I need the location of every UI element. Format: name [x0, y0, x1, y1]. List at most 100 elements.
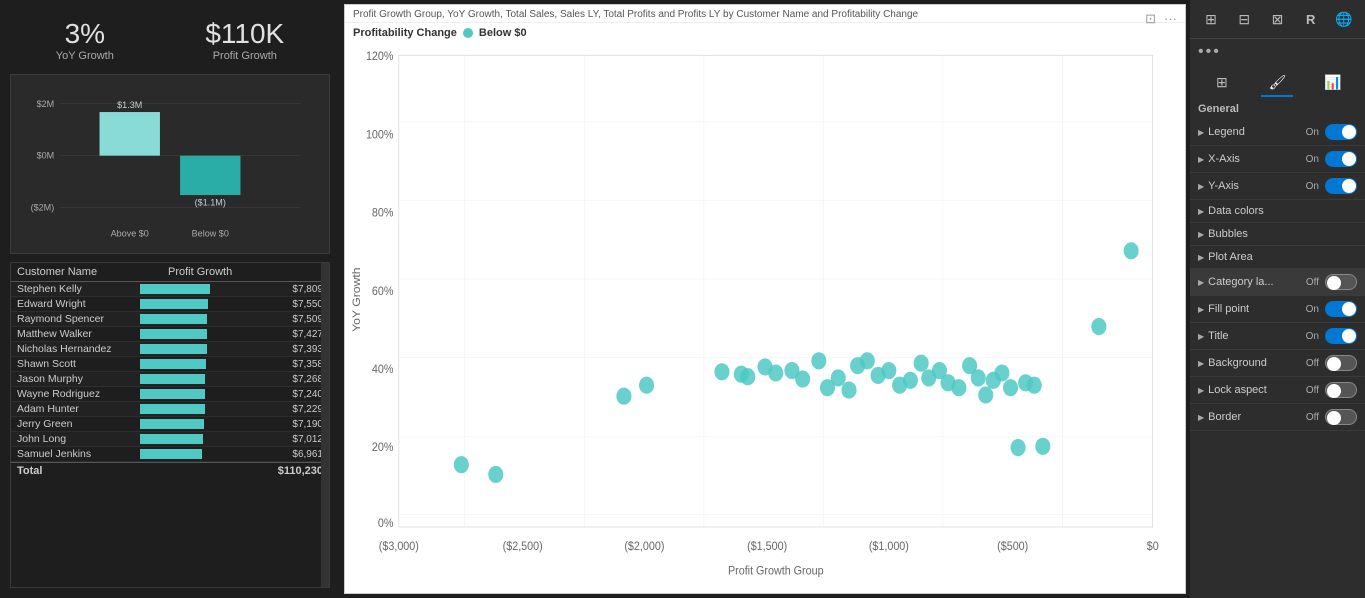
kpi-yoy-label: YoY Growth: [56, 50, 114, 62]
bar-chart: $2M $0M ($2M) $1.3M ($1.1M) Above $0 Bel…: [10, 74, 330, 254]
format-row-label: Border: [1208, 411, 1241, 423]
svg-text:$1.3M: $1.3M: [117, 100, 142, 110]
row-name: Raymond Spencer: [17, 313, 140, 325]
svg-text:Below $0: Below $0: [192, 228, 229, 238]
format-row-bubbles[interactable]: ▶ Bubbles: [1190, 223, 1365, 246]
format-row-left: ▶ Lock aspect: [1198, 384, 1267, 396]
status-off: Off: [1306, 358, 1319, 369]
format-row-plot_area[interactable]: ▶ Plot Area: [1190, 246, 1365, 269]
format-row-label: Background: [1208, 357, 1267, 369]
col-header-name: Customer Name: [17, 266, 164, 278]
table-row: Nicholas Hernandez $7,393: [11, 342, 329, 357]
status-on: On: [1306, 331, 1319, 342]
format-row-legend[interactable]: ▶ Legend On: [1190, 119, 1365, 146]
format-row-right: Off: [1306, 409, 1357, 425]
row-name: Matthew Walker: [17, 328, 140, 340]
kpi-profit-value: $110K: [205, 18, 284, 50]
chevron-icon: ▶: [1198, 128, 1204, 137]
total-label: Total: [17, 465, 140, 477]
toggle-off[interactable]: [1325, 382, 1357, 398]
format-row-label: Legend: [1208, 126, 1245, 138]
toggle-on[interactable]: [1325, 124, 1357, 140]
legend-item-label: Below $0: [479, 27, 527, 39]
table-icon[interactable]: ⊞: [1198, 6, 1224, 32]
format-tabs-row: ⊞ 🖌 📊: [1190, 65, 1365, 97]
toggle-on[interactable]: [1325, 151, 1357, 167]
dots-menu[interactable]: •••: [1190, 39, 1365, 65]
format-row-data_colors[interactable]: ▶ Data colors: [1190, 200, 1365, 223]
tab-analytics[interactable]: 📊: [1317, 69, 1349, 97]
svg-text:60%: 60%: [372, 285, 394, 298]
format-row-x-axis[interactable]: ▶ X-Axis On: [1190, 146, 1365, 173]
chevron-icon: ▶: [1198, 207, 1204, 216]
chevron-icon: ▶: [1198, 278, 1204, 287]
format-row-background[interactable]: ▶ Background Off: [1190, 350, 1365, 377]
format-row-left: ▶ Bubbles: [1198, 228, 1248, 240]
r-icon[interactable]: R: [1298, 6, 1324, 32]
row-bar: [140, 449, 263, 459]
expand-icon[interactable]: ⊡: [1145, 11, 1156, 27]
chart-top-icons: ⊡ ···: [1145, 11, 1177, 27]
svg-text:YoY Growth: YoY Growth: [352, 267, 363, 331]
globe-icon[interactable]: 🌐: [1331, 6, 1357, 32]
format-row-title[interactable]: ▶ Title On: [1190, 323, 1365, 350]
chevron-icon: ▶: [1198, 230, 1204, 239]
chart-title: Profit Growth Group, YoY Growth, Total S…: [345, 5, 1185, 23]
status-on: On: [1306, 154, 1319, 165]
svg-text:100%: 100%: [366, 129, 394, 142]
scatter-icon[interactable]: ⊠: [1265, 6, 1291, 32]
row-value: $7,240: [263, 389, 323, 400]
chevron-icon: ▶: [1198, 253, 1204, 262]
format-row-category_la[interactable]: ▶ Category la... Off: [1190, 269, 1365, 296]
format-row-label: Fill point: [1208, 303, 1249, 315]
tab-format[interactable]: 🖌: [1261, 69, 1293, 97]
toggle-off[interactable]: [1325, 274, 1357, 290]
status-on: On: [1306, 127, 1319, 138]
table-row: Samuel Jenkins $6,961: [11, 447, 329, 462]
chevron-icon: ▶: [1198, 155, 1204, 164]
row-bar: [140, 344, 263, 354]
row-name: Edward Wright: [17, 298, 140, 310]
chart-icon[interactable]: ⊟: [1231, 6, 1257, 32]
row-value: $6,961: [263, 449, 323, 460]
more-options-icon[interactable]: ···: [1164, 11, 1177, 27]
format-row-left: ▶ Data colors: [1198, 205, 1264, 217]
format-row-label: Bubbles: [1208, 228, 1248, 240]
toggle-on[interactable]: [1325, 178, 1357, 194]
table-row: John Long $7,012: [11, 432, 329, 447]
chart-legend: Profitability Change Below $0: [345, 23, 1185, 43]
toggle-on[interactable]: [1325, 301, 1357, 317]
svg-text:0%: 0%: [378, 517, 394, 530]
toggle-off[interactable]: [1325, 355, 1357, 371]
format-row-border[interactable]: ▶ Border Off: [1190, 404, 1365, 431]
row-bar: [140, 299, 263, 309]
format-row-left: ▶ Y-Axis: [1198, 180, 1239, 192]
format-row-lock_aspect[interactable]: ▶ Lock aspect Off: [1190, 377, 1365, 404]
row-name: Jerry Green: [17, 418, 140, 430]
scroll-bar[interactable]: [321, 263, 329, 587]
table-row: Jerry Green $7,190: [11, 417, 329, 432]
svg-text:$0M: $0M: [37, 151, 55, 161]
row-bar: [140, 419, 263, 429]
toggle-off[interactable]: [1325, 409, 1357, 425]
status-off: Off: [1306, 385, 1319, 396]
table-header: Customer Name Profit Growth: [11, 263, 329, 282]
row-name: Jason Murphy: [17, 373, 140, 385]
toggle-on[interactable]: [1325, 328, 1357, 344]
row-bar: [140, 329, 263, 339]
format-row-y-axis[interactable]: ▶ Y-Axis On: [1190, 173, 1365, 200]
svg-text:($1,500): ($1,500): [747, 541, 787, 554]
row-value: $7,268: [263, 374, 323, 385]
row-bar: [140, 359, 263, 369]
tab-fields[interactable]: ⊞: [1206, 69, 1238, 97]
svg-text:$0: $0: [1147, 541, 1159, 554]
status-on: On: [1306, 304, 1319, 315]
status-off: Off: [1306, 277, 1319, 288]
total-bar: [140, 465, 263, 477]
table-row: Edward Wright $7,550: [11, 297, 329, 312]
right-top-icon-bar: ⊞ ⊟ ⊠ R 🌐: [1190, 0, 1365, 39]
format-row-fill_point[interactable]: ▶ Fill point On: [1190, 296, 1365, 323]
format-row-label: Y-Axis: [1208, 180, 1239, 192]
chevron-icon: ▶: [1198, 413, 1204, 422]
col-header-bar: Profit Growth: [164, 266, 315, 278]
